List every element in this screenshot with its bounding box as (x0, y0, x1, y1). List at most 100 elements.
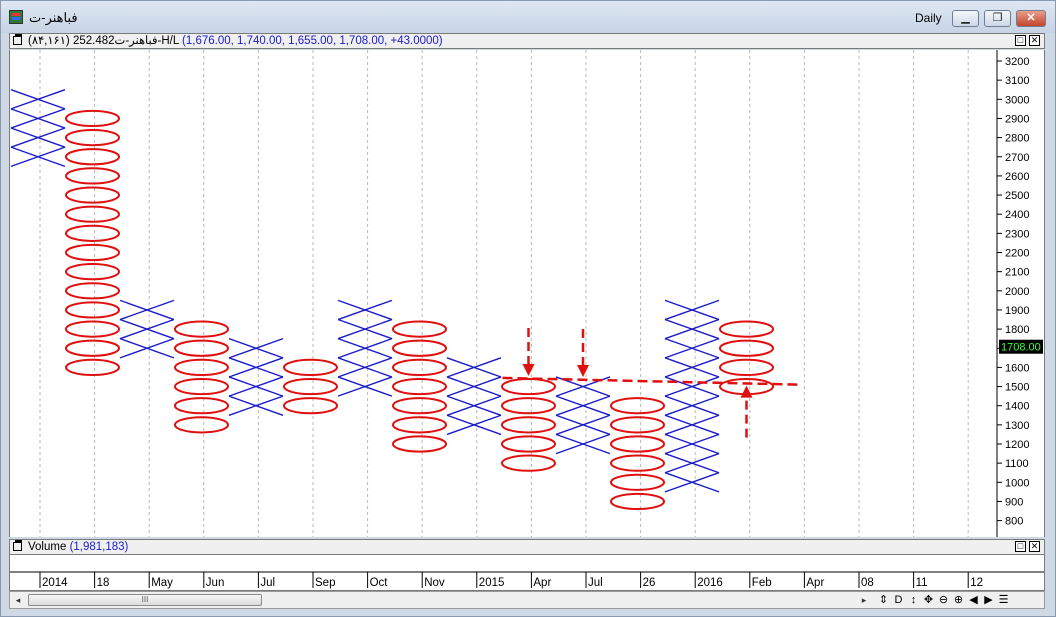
o-mark (65, 148, 120, 166)
x-column (555, 376, 611, 455)
x-column (337, 299, 393, 397)
y-tick-label: 2000 (1005, 286, 1029, 298)
o-mark (65, 243, 120, 262)
o-mark (65, 263, 120, 281)
o-mark (283, 397, 338, 415)
autoscale-icon[interactable]: ⇕ (876, 592, 891, 608)
pane-maximize-icon[interactable]: □ (1015, 35, 1026, 46)
y-tick-label: 1300 (1005, 420, 1029, 432)
scroll-left-icon[interactable]: ◂ (12, 593, 24, 607)
pnf-chart[interactable]: 8009001000110012001300140015001600170018… (10, 50, 1044, 537)
last-price-badge: 1708.00 (999, 339, 1043, 354)
x-tick-label: Apr (533, 577, 551, 589)
x-column (446, 357, 502, 436)
x-column (664, 299, 720, 493)
chart-pane-icon (13, 34, 22, 45)
x-tick-label: 26 (643, 577, 656, 589)
o-mark (65, 224, 120, 242)
o-column (610, 397, 665, 511)
x-tick-label: 18 (97, 577, 110, 589)
x-tick-label: Nov (424, 577, 445, 589)
annotations (502, 328, 800, 438)
pane-buttons: □ ✕ (1012, 35, 1040, 46)
x-column (10, 89, 66, 168)
o-mark (392, 320, 447, 338)
o-mark (174, 416, 229, 434)
pan-icon[interactable]: ✥ (921, 592, 936, 608)
x-tick-label: 11 (916, 577, 928, 589)
scroll-right-icon[interactable]: ▸ (858, 593, 870, 607)
o-mark (610, 473, 665, 491)
price-chart-area[interactable]: 8009001000110012001300140015001600170018… (9, 50, 1045, 537)
y-axis-ticks: 8009001000110012001300140015001600170018… (997, 56, 1029, 528)
o-mark (65, 109, 120, 128)
chart-app-icon (9, 10, 23, 24)
menu-icon[interactable]: ☰ (996, 592, 1011, 608)
x-column (119, 299, 175, 359)
volume-close-icon[interactable]: ✕ (1029, 541, 1040, 552)
volume-chart-area[interactable]: 2014 18 May Jun Jul Sep Oct Nov 2015 Apr Jul 26 2016… (9, 555, 1045, 591)
data-window-icon[interactable]: D (891, 592, 906, 608)
y-tick-label: 1400 (1005, 401, 1029, 413)
title-bar[interactable]: فباهنر-ت Daily ▁ ❐ ✕ (1, 1, 1055, 33)
volume-pane-icon (13, 540, 22, 551)
x-tick-label: Oct (370, 577, 389, 589)
last-price-label: 1708.00 (1001, 342, 1041, 354)
o-mark (719, 320, 774, 338)
o-mark (174, 320, 229, 338)
o-mark (65, 167, 120, 185)
x-tick-label: 2016 (697, 577, 723, 589)
o-mark (719, 339, 774, 357)
o-mark (174, 377, 229, 396)
y-tick-label: 900 (1005, 496, 1023, 508)
y-tick-label: 1000 (1005, 477, 1029, 489)
o-mark (174, 397, 229, 415)
scroll-forward-icon[interactable]: ▶ (981, 592, 996, 608)
o-mark (65, 186, 120, 204)
o-column (283, 358, 338, 415)
o-mark (392, 339, 447, 357)
vertical-zoom-icon[interactable]: ↕ (906, 592, 921, 608)
o-mark (65, 129, 120, 147)
x-tick-label: Feb (752, 577, 772, 589)
o-mark (65, 358, 120, 376)
pane-close-icon[interactable]: ✕ (1029, 35, 1040, 46)
x-tick-label: 12 (970, 577, 983, 589)
y-tick-label: 1500 (1005, 382, 1029, 394)
pnf-columns (10, 89, 774, 511)
o-mark (174, 339, 229, 357)
o-mark (610, 492, 665, 511)
x-tick-label: 2014 (42, 577, 68, 589)
x-column (228, 337, 284, 416)
x-tick-label: 2015 (479, 577, 505, 589)
y-tick-label: 2400 (1005, 209, 1029, 221)
x-tick-label: 08 (861, 577, 874, 589)
o-mark (65, 301, 120, 319)
restore-button[interactable]: ❐ (984, 10, 1011, 27)
volume-maximize-icon[interactable]: □ (1015, 541, 1026, 552)
minimize-button[interactable]: ▁ (952, 10, 979, 27)
scrollbar-thumb[interactable]: III (28, 594, 262, 606)
scroll-back-icon[interactable]: ◀ (966, 592, 981, 608)
close-button[interactable]: ✕ (1016, 10, 1046, 27)
x-tick-label: Jun (206, 577, 225, 589)
x-tick-label: Sep (315, 577, 335, 589)
o-mark (65, 339, 120, 357)
o-mark (283, 377, 338, 396)
o-mark (501, 454, 556, 472)
y-tick-label: 1800 (1005, 324, 1029, 336)
arrow-head (522, 364, 535, 377)
horizontal-scrollbar[interactable]: ◂ III ▸ ⇕ D ↕ ✥ ⊖ ⊕ ◀ ▶ ☰ (9, 591, 1045, 609)
y-tick-label: 3100 (1005, 75, 1029, 87)
y-tick-label: 2500 (1005, 190, 1029, 202)
o-column (501, 377, 556, 472)
grid-lines (39, 50, 969, 537)
arrow-head (740, 385, 753, 398)
zoom-out-icon[interactable]: ⊖ (936, 592, 951, 608)
y-tick-label: 1900 (1005, 305, 1029, 317)
window-title: فباهنر-ت (29, 10, 78, 25)
y-tick-label: 2200 (1005, 248, 1029, 260)
x-tick-label: Apr (806, 577, 824, 589)
zoom-in-icon[interactable]: ⊕ (951, 592, 966, 608)
o-mark (392, 397, 447, 415)
